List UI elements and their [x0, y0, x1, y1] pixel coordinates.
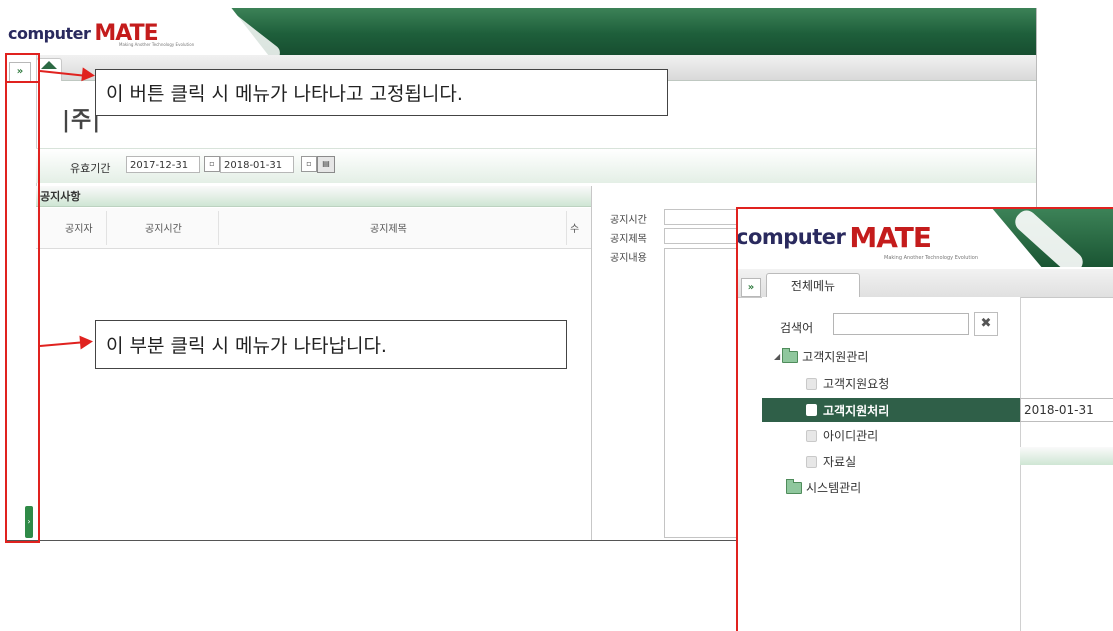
tree-item[interactable]: 자료실 [806, 453, 856, 470]
tree-item-label: 자료실 [823, 455, 857, 469]
tab-full-menu[interactable]: 전체메뉴 [766, 273, 860, 299]
callout-strip: 이 부분 클릭 시 메뉴가 나타납니다. [95, 320, 567, 369]
arrow-head [79, 334, 94, 350]
tree-item-selected[interactable]: 고객지원처리 [762, 398, 1020, 422]
callout-button: 이 버튼 클릭 시 메뉴가 나타나고 고정됩니다. [95, 69, 668, 116]
tree-folder-label: 시스템관리 [806, 481, 862, 495]
column-header[interactable]: 수 [570, 220, 579, 235]
strip-highlight [5, 53, 40, 543]
tree-item-label: 고객지원요청 [823, 377, 890, 391]
folder-icon [786, 478, 802, 494]
logo-text: computer [736, 225, 846, 249]
calendar-icon[interactable]: ▫ [301, 156, 317, 172]
filter-label: 유효기간 [70, 162, 111, 175]
page-icon [806, 377, 817, 390]
logo-text: computer [8, 23, 91, 43]
tree-item-label: 아이디관리 [823, 429, 879, 443]
date-to-input[interactable]: 2018-01-31 [220, 156, 294, 173]
notice-panel-title: 공지사항 [36, 186, 591, 207]
page-icon [806, 404, 817, 416]
date-to-input[interactable]: 2018-01-31 [1020, 398, 1113, 422]
home-icon [41, 61, 57, 69]
tree-item[interactable]: 고객지원요청 [806, 375, 889, 392]
search-icon[interactable]: ▤ [317, 156, 335, 173]
inset-tab-bar: » 전체메뉴 [738, 269, 1113, 299]
column-header[interactable]: 공지자 [65, 220, 93, 235]
tree-folder[interactable]: 시스템관리 [786, 478, 862, 496]
button-highlight [5, 53, 40, 83]
detail-label: 공지내용 [610, 253, 647, 264]
arrow-head [81, 67, 96, 83]
detail-label: 공지시간 [610, 215, 647, 226]
logo-tagline: Making Another Technology Evolution [884, 255, 979, 261]
folder-icon [782, 347, 799, 363]
tree-folder-label: 고객지원관리 [802, 350, 869, 364]
expand-caret-icon: ◢ [774, 352, 781, 361]
clear-icon[interactable]: ✖ [974, 312, 998, 336]
logo-accent: MATE [849, 220, 932, 254]
logo: computer MATE [8, 13, 159, 53]
menu-expanded-inset: computer MATE Making Another Technology … [736, 207, 1113, 631]
column-header[interactable]: 공지시간 [145, 220, 182, 235]
header-banner: computer MATE Making Another Technology … [6, 8, 1036, 55]
column-divider [218, 211, 219, 245]
column-divider [566, 211, 567, 245]
inset-logo: computer MATE [736, 217, 932, 257]
page-icon [806, 429, 817, 442]
tree-item-label: 고객지원처리 [823, 403, 890, 418]
inset-header-banner: computer MATE Making Another Technology … [736, 209, 1113, 279]
menu-expand-button[interactable]: » [741, 278, 761, 297]
notice-grid-header [36, 208, 591, 249]
date-from-input[interactable]: 2017-12-31 [126, 156, 200, 173]
logo-tagline: Making Another Technology Evolution [119, 42, 195, 47]
detail-label: 공지제목 [610, 234, 647, 245]
calendar-icon[interactable]: ▫ [204, 156, 220, 172]
tree-item[interactable]: 아이디관리 [806, 427, 878, 444]
column-divider [106, 211, 107, 245]
page-icon [806, 455, 817, 468]
search-label: 검색어 [780, 321, 814, 335]
banner-green-band [211, 8, 1036, 55]
column-header[interactable]: 공지제목 [370, 220, 407, 235]
inset-panel-band [1020, 447, 1113, 465]
tree-folder-root[interactable]: ◢ 고객지원관리 [774, 347, 869, 365]
menu-search-input[interactable] [833, 313, 969, 335]
